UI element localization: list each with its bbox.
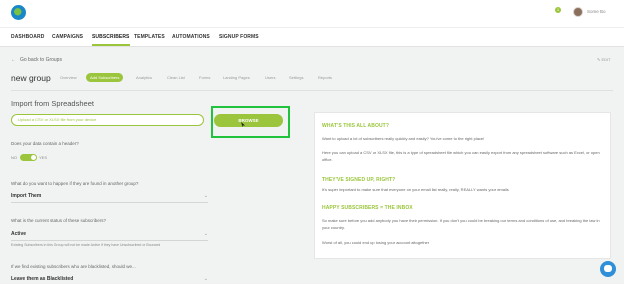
chevron-down-icon: ⌄: [203, 193, 208, 199]
info-heading-about: WHAT'S THIS ALL ABOUT?: [322, 123, 389, 129]
nav-campaigns[interactable]: CAMPAIGNS: [52, 34, 83, 40]
blacklist-question: If we find existing subscribers who are …: [11, 264, 136, 269]
group-action-select[interactable]: Import Them ⌄: [11, 193, 208, 203]
nav-subscribers[interactable]: SUBSCRIBERS: [92, 34, 130, 46]
back-link[interactable]: ← Go back to Groups: [11, 57, 62, 63]
tab-overview[interactable]: Overview: [60, 73, 77, 82]
blacklist-select[interactable]: Leave them as Blacklisted ⌄: [11, 276, 208, 284]
nav-automations[interactable]: AUTOMATIONS: [172, 34, 210, 40]
tab-users[interactable]: Users: [265, 73, 275, 82]
chevron-down-icon: ⌄: [203, 276, 208, 282]
status-question: What is the current status of these subs…: [11, 218, 107, 223]
tab-forms[interactable]: Forms: [199, 73, 210, 82]
group-question: What do you want to happen if they are f…: [11, 181, 139, 186]
toggle-on-label: YES: [39, 155, 48, 160]
info-text-4: So make sure before you add anybody you …: [322, 218, 600, 230]
arrow-left-icon: ←: [11, 57, 16, 63]
nav-templates[interactable]: TEMPLATES: [134, 34, 165, 40]
edit-link[interactable]: ✎ EDIT: [597, 57, 611, 62]
tab-landing-pages[interactable]: Landing Pages: [223, 73, 250, 82]
header-divider: [11, 90, 613, 91]
chat-button[interactable]: [600, 261, 616, 277]
page-title: new group: [11, 73, 51, 83]
header-toggle[interactable]: [20, 154, 37, 161]
upload-file-field[interactable]: Upload a CSV or XLSX file from your devi…: [11, 114, 204, 126]
import-title: Import from Spreadsheet: [11, 99, 94, 108]
status-select[interactable]: Active ⌄: [11, 231, 208, 241]
browse-button[interactable]: BROWSE: [214, 114, 283, 127]
notification-badge[interactable]: 1: [555, 7, 561, 13]
back-label: Go back to Groups: [20, 57, 62, 63]
status-hint: Existing Subscribers in this Group will …: [11, 243, 161, 247]
tab-settings[interactable]: Settings: [289, 73, 303, 82]
main-nav: DASHBOARD CAMPAIGNS SUBSCRIBERS TEMPLATE…: [0, 27, 624, 47]
info-text-2: Here you can upload a CSV or XLSX file, …: [322, 150, 600, 162]
info-heading-signed-up: THEY'VE SIGNED UP, RIGHT?: [322, 177, 396, 183]
header-question: Does your data contain a header?: [11, 141, 79, 146]
info-text-5: Worst of all, you could end up losing yo…: [322, 240, 430, 245]
nav-dashboard[interactable]: DASHBOARD: [11, 34, 44, 40]
avatar[interactable]: [573, 7, 583, 17]
info-text-3: It's super important to make sure that e…: [322, 187, 509, 192]
chevron-down-icon: ⌄: [203, 231, 208, 237]
info-heading-inbox: HAPPY SUBSCRIBERS = THE INBOX: [322, 205, 413, 211]
toggle-off-label: NO: [11, 155, 17, 160]
status-value: Active: [11, 231, 27, 237]
toggle-knob: [31, 155, 36, 160]
username[interactable]: Some Bo: [587, 9, 606, 14]
top-bar: 1 Some Bo: [0, 0, 624, 27]
tab-analytics[interactable]: Analytics: [136, 73, 152, 82]
tab-clean-list[interactable]: Clean List: [167, 73, 185, 82]
tab-add-subscribers[interactable]: Add Subscribers: [86, 73, 124, 82]
chat-icon: [604, 265, 612, 272]
tab-reports[interactable]: Reports: [318, 73, 332, 82]
logo-icon[interactable]: [11, 5, 26, 20]
edit-label: EDIT: [601, 57, 611, 62]
nav-signup-forms[interactable]: SIGNUP FORMS: [219, 34, 259, 40]
info-panel: WHAT'S THIS ALL ABOUT? Want to upload a …: [314, 112, 611, 259]
info-text-1: Want to upload a lot of subscribers real…: [322, 136, 485, 141]
group-action-value: Import Them: [11, 193, 42, 199]
blacklist-value: Leave them as Blacklisted: [11, 276, 74, 282]
